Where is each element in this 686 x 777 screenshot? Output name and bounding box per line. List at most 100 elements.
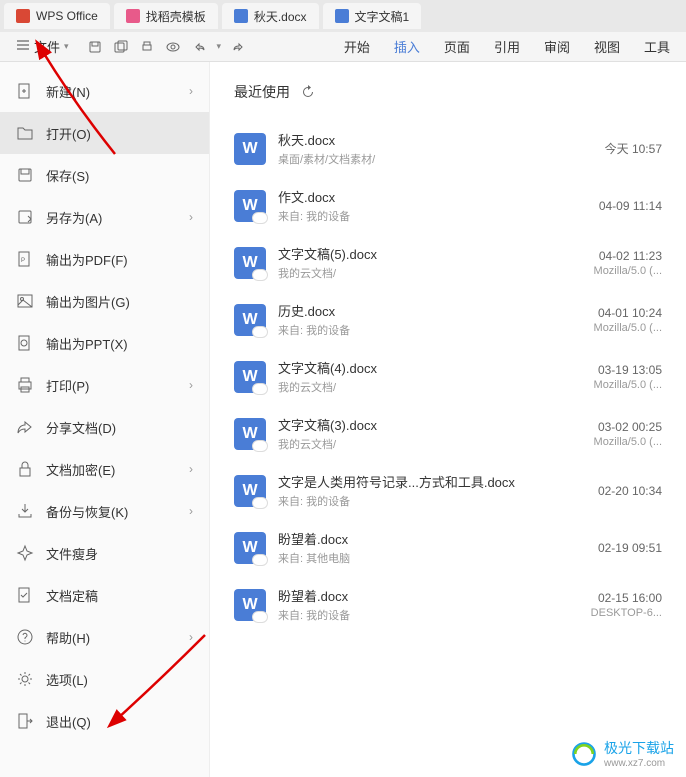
file-menu-button[interactable]: 文件 ▾ xyxy=(8,35,77,58)
menu-label: 输出为PDF(F) xyxy=(46,250,128,269)
undo-icon[interactable] xyxy=(191,39,207,55)
check-icon xyxy=(16,586,34,604)
ribbon-tab-开始[interactable]: 开始 xyxy=(344,37,370,56)
chevron-right-icon: › xyxy=(189,84,193,98)
image-icon xyxy=(16,292,34,310)
word-file-icon: W xyxy=(234,361,266,393)
file-name: 历史.docx xyxy=(278,301,582,320)
menu-item-image[interactable]: 输出为图片(G) xyxy=(0,280,209,322)
save-icon[interactable] xyxy=(87,39,103,55)
file-name: 文字文稿(4).docx xyxy=(278,358,582,377)
file-date: 03-02 00:25 xyxy=(594,420,662,434)
word-file-icon: W xyxy=(234,133,266,165)
file-meta: 来自: 其他电脑 xyxy=(278,550,586,566)
print-icon[interactable] xyxy=(139,39,155,55)
hamburger-icon xyxy=(16,38,30,55)
chevron-right-icon: › xyxy=(189,504,193,518)
menu-item-save-as[interactable]: 另存为(A) › xyxy=(0,196,209,238)
menu-item-plus-page[interactable]: 新建(N)› xyxy=(0,70,209,112)
ribbon-tab-工具[interactable]: 工具 xyxy=(644,37,670,56)
print-icon xyxy=(16,376,34,394)
recent-file-item[interactable]: W文字文稿(3).docx我的云文档/03-02 00:25Mozilla/5.… xyxy=(234,405,662,462)
file-extra: Mozilla/5.0 (... xyxy=(594,379,662,391)
save-as-icon[interactable] xyxy=(113,39,129,55)
ribbon-tabs: 开始 插入 页面 引用 审阅 视图 工具 xyxy=(344,37,678,56)
save-icon xyxy=(16,166,34,184)
menu-item-folder[interactable]: 打开(O) xyxy=(0,112,209,154)
ribbon-tab-审阅[interactable]: 审阅 xyxy=(544,37,570,56)
recent-file-item[interactable]: W盼望着.docx来自: 我的设备02-15 16:00DESKTOP-6... xyxy=(234,576,662,633)
recent-file-item[interactable]: W文字文稿(5).docx我的云文档/04-02 11:23Mozilla/5.… xyxy=(234,234,662,291)
save-as-icon xyxy=(16,208,34,226)
file-meta: 我的云文档/ xyxy=(278,436,582,452)
file-date: 04-09 11:14 xyxy=(599,199,662,213)
word-file-icon: W xyxy=(234,247,266,279)
recent-file-item[interactable]: W文字是人类用符号记录...方式和工具.docx来自: 我的设备02-20 10… xyxy=(234,462,662,519)
recent-file-item[interactable]: W文字文稿(4).docx我的云文档/03-19 13:05Mozilla/5.… xyxy=(234,348,662,405)
tab-icon xyxy=(16,9,30,23)
menu-label: 输出为PPT(X) xyxy=(46,334,128,353)
word-file-icon: W xyxy=(234,304,266,336)
tab-label: 文字文稿1 xyxy=(355,8,410,25)
menu-label: 输出为图片(G) xyxy=(46,292,130,311)
app-tab[interactable]: 找稻壳模板 xyxy=(114,3,218,29)
file-date: 04-01 10:24 xyxy=(594,306,662,320)
chevron-right-icon: › xyxy=(189,210,193,224)
recent-file-item[interactable]: W历史.docx来自: 我的设备04-01 10:24Mozilla/5.0 (… xyxy=(234,291,662,348)
ribbon-tab-插入[interactable]: 插入 xyxy=(394,37,420,56)
menu-item-backup[interactable]: 备份与恢复(K)› xyxy=(0,490,209,532)
menu-item-help[interactable]: 帮助(H)› xyxy=(0,616,209,658)
word-file-icon: W xyxy=(234,190,266,222)
menu-item-exit[interactable]: 退出(Q) xyxy=(0,700,209,742)
file-meta: 来自: 我的设备 xyxy=(278,493,586,509)
word-file-icon: W xyxy=(234,532,266,564)
menu-item-share[interactable]: 分享文档(D) xyxy=(0,406,209,448)
file-menu-label: 文件 xyxy=(34,37,60,56)
file-meta: 桌面/素材/文档素材/ xyxy=(278,151,593,167)
toolbar: 文件 ▾ ▾ 开始 插入 页面 引用 审阅 视图 工具 xyxy=(0,32,686,62)
refresh-icon[interactable] xyxy=(300,84,316,100)
app-tab[interactable]: WPS Office xyxy=(4,3,110,29)
menu-label: 另存为(A) xyxy=(46,208,102,227)
ribbon-tab-视图[interactable]: 视图 xyxy=(594,37,620,56)
menu-item-print[interactable]: 打印(P)› xyxy=(0,364,209,406)
menu-item-lock[interactable]: 文档加密(E)› xyxy=(0,448,209,490)
file-name: 盼望着.docx xyxy=(278,586,579,605)
app-tab[interactable]: 文字文稿1 xyxy=(323,3,422,29)
ribbon-tab-引用[interactable]: 引用 xyxy=(494,37,520,56)
menu-label: 帮助(H) xyxy=(46,628,90,647)
chevron-right-icon: › xyxy=(189,378,193,392)
file-extra: DESKTOP-6... xyxy=(591,607,662,619)
file-date: 02-20 10:34 xyxy=(598,484,662,498)
menu-item-save[interactable]: 保存(S) xyxy=(0,154,209,196)
menu-label: 打开(O) xyxy=(46,124,91,143)
svg-text:P: P xyxy=(21,258,25,264)
redo-icon[interactable] xyxy=(231,39,247,55)
ppt-icon xyxy=(16,334,34,352)
plus-page-icon xyxy=(16,82,34,100)
word-file-icon: W xyxy=(234,418,266,450)
menu-item-ppt[interactable]: 输出为PPT(X) xyxy=(0,322,209,364)
file-extra: Mozilla/5.0 (... xyxy=(594,265,662,277)
menu-item-pdf[interactable]: P 输出为PDF(F) xyxy=(0,238,209,280)
menu-label: 分享文档(D) xyxy=(46,418,116,437)
menu-item-sparkle[interactable]: 文件瘦身 xyxy=(0,532,209,574)
ribbon-tab-页面[interactable]: 页面 xyxy=(444,37,470,56)
app-tab[interactable]: 秋天.docx xyxy=(222,3,319,29)
chevron-down-icon[interactable]: ▾ xyxy=(217,41,222,52)
recent-file-item[interactable]: W盼望着.docx来自: 其他电脑02-19 09:51 xyxy=(234,519,662,576)
word-file-icon: W xyxy=(234,475,266,507)
recent-file-item[interactable]: W作文.docx来自: 我的设备04-09 11:14 xyxy=(234,177,662,234)
recent-file-item[interactable]: W秋天.docx桌面/素材/文档素材/今天 10:57 xyxy=(234,120,662,177)
exit-icon xyxy=(16,712,34,730)
menu-item-check[interactable]: 文档定稿 xyxy=(0,574,209,616)
watermark: 极光下载站 www.xz7.com xyxy=(570,738,674,769)
word-file-icon: W xyxy=(234,589,266,621)
menu-item-settings[interactable]: 选项(L) xyxy=(0,658,209,700)
preview-icon[interactable] xyxy=(165,39,181,55)
menu-label: 文档定稿 xyxy=(46,586,98,605)
panel-title: 最近使用 xyxy=(234,82,290,102)
file-extra: Mozilla/5.0 (... xyxy=(594,322,662,334)
watermark-logo-icon xyxy=(570,740,598,768)
menu-label: 文件瘦身 xyxy=(46,544,98,563)
